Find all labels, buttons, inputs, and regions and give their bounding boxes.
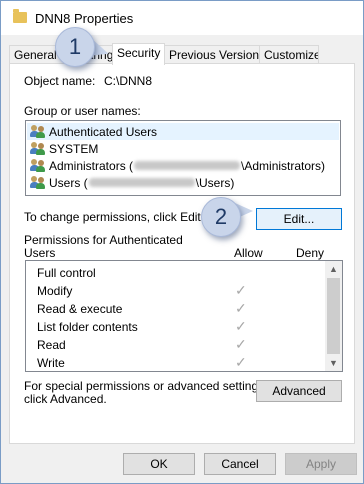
change-permissions-text: To change permissions, click Edit. — [24, 210, 205, 224]
user-name: SYSTEM — [49, 141, 99, 156]
list-item-authenticated-users[interactable]: Authenticated Users — [27, 123, 339, 140]
permission-name: List folder contents — [37, 320, 138, 334]
deny-header: Deny — [296, 246, 325, 260]
allow-check-icon: ✓ — [235, 282, 247, 298]
users-icon — [30, 158, 46, 173]
permissions-for-label: Permissions for Authenticated — [24, 233, 183, 247]
user-suffix: \Administrators) — [241, 158, 326, 173]
users-icon — [30, 141, 46, 156]
permission-row: Full control — [37, 264, 317, 282]
chevron-up-icon[interactable]: ▲ — [329, 264, 338, 274]
chevron-down-icon[interactable]: ▼ — [329, 358, 338, 368]
callout-1: 1 — [55, 27, 95, 67]
users-icon — [30, 124, 46, 139]
list-item-system[interactable]: SYSTEM — [30, 140, 98, 157]
vertical-scrollbar[interactable]: ▲ ▼ — [325, 261, 342, 371]
allow-header: Allow — [234, 246, 263, 260]
properties-dialog: DNN8 Properties General Sharing Security… — [0, 0, 364, 484]
special-permissions-text: For special permissions or advanced sett… — [24, 379, 268, 393]
list-item-administrators[interactable]: Administrators ( \Administrators) — [30, 157, 325, 174]
permission-row: Read & execute ✓ — [37, 300, 317, 318]
user-name: Administrators ( — [49, 158, 134, 173]
special-permissions-text-2: click Advanced. — [24, 392, 107, 406]
window-title: DNN8 Properties — [35, 11, 134, 26]
advanced-button[interactable]: Advanced — [256, 380, 342, 402]
redacted-text — [134, 161, 241, 170]
user-name: Users ( — [49, 175, 88, 190]
cancel-button[interactable]: Cancel — [204, 453, 276, 475]
permission-row: List folder contents ✓ — [37, 318, 317, 336]
allow-check-icon: ✓ — [235, 300, 247, 316]
allow-check-icon: ✓ — [235, 318, 247, 334]
permission-name: Read & execute — [37, 302, 123, 316]
permission-row: Write ✓ — [37, 354, 317, 371]
ok-button[interactable]: OK — [123, 453, 195, 475]
allow-check-icon: ✓ — [235, 354, 247, 370]
permission-name: Full control — [37, 266, 96, 280]
apply-button[interactable]: Apply — [285, 453, 357, 475]
scrollbar-thumb[interactable] — [327, 278, 340, 354]
allow-check-icon: ✓ — [235, 336, 247, 352]
folder-icon — [13, 9, 27, 23]
tab-previous-versions[interactable]: Previous Versions — [164, 45, 260, 64]
permissions-list[interactable]: Full control Modify ✓ Read & execute ✓ L… — [25, 260, 343, 372]
group-user-list[interactable]: Authenticated Users SYSTEM Administrator… — [25, 120, 341, 196]
user-name: Authenticated Users — [49, 124, 158, 139]
group-names-label: Group or user names: — [24, 104, 141, 118]
callout-2: 2 — [201, 197, 241, 237]
list-item-users[interactable]: Users ( \Users) — [30, 174, 234, 191]
object-name-label: Object name: — [24, 74, 96, 88]
permission-row: Read ✓ — [37, 336, 317, 354]
users-icon — [30, 175, 46, 190]
edit-button[interactable]: Edit... — [256, 208, 342, 230]
permissions-for-label-user: Users — [24, 246, 56, 260]
redacted-text — [88, 178, 195, 187]
tab-customize[interactable]: Customize — [259, 45, 319, 64]
object-name-value: C:\DNN8 — [104, 74, 153, 88]
permission-name: Write — [37, 356, 65, 370]
security-panel: Object name: C:\DNN8 Group or user names… — [9, 63, 355, 444]
tab-security[interactable]: Security — [112, 43, 165, 65]
permission-name: Modify — [37, 284, 73, 298]
permission-name: Read — [37, 338, 66, 352]
user-suffix: \Users) — [195, 175, 235, 190]
permission-row: Modify ✓ — [37, 282, 317, 300]
title-bar: DNN8 Properties — [1, 1, 363, 35]
